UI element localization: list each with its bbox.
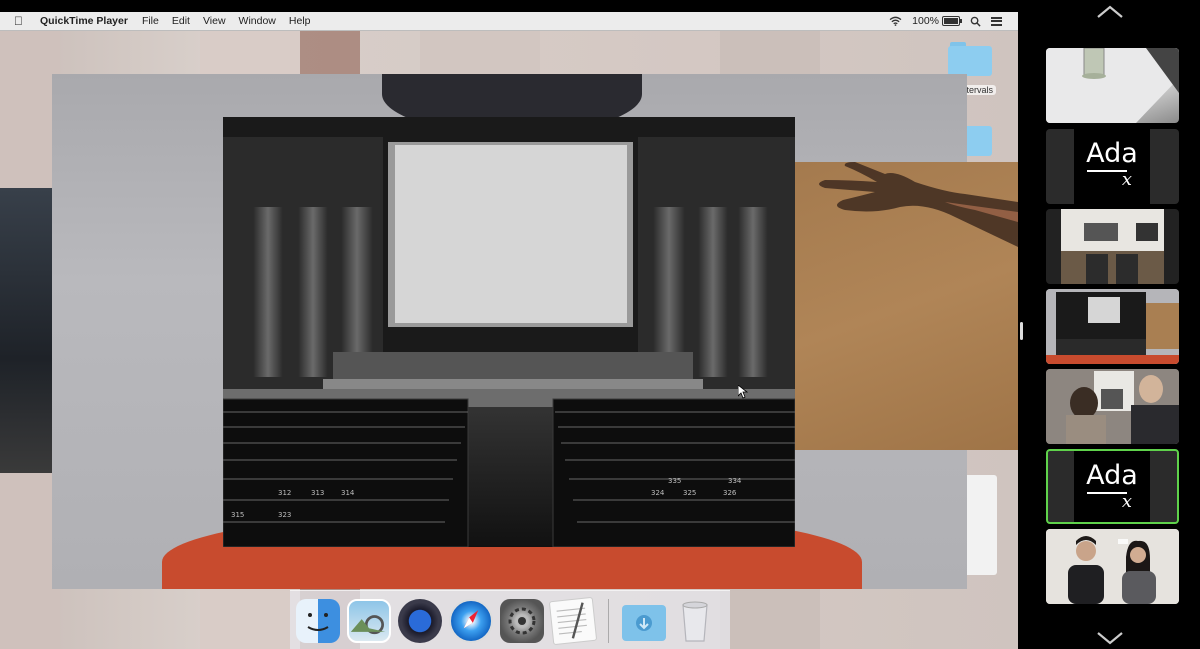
seat-label: 314 [341,489,355,497]
ada-x-logo: Ada x [1074,451,1150,522]
seat-label: 325 [683,489,696,497]
ada-logo-x: x [1121,491,1133,512]
safari-icon[interactable] [449,598,493,643]
trash-icon[interactable] [673,599,717,643]
downloads-folder-icon[interactable] [622,604,666,641]
screen-share:  QuickTime Player File Edit View Window… [0,12,1018,649]
seat-label: 323 [278,511,291,519]
menu-file[interactable]: File [142,15,159,27]
background-window [967,475,997,575]
mouse-cursor-icon [738,385,748,399]
seat-label: 324 [651,489,665,497]
menu-window[interactable]: Window [239,15,276,27]
seat-label: 334 [728,477,742,485]
ada-x-logo: Ada x [1074,129,1150,204]
seat-label: 326 [723,489,737,497]
participant-video-tile[interactable] [1046,529,1179,604]
menu-help[interactable]: Help [289,15,311,27]
participant-video-tile[interactable] [1046,48,1179,123]
ada-logo-word: Ada [1086,138,1138,169]
ada-logo-word: Ada [1086,460,1138,491]
seat-label: 313 [311,489,324,497]
mac-dock [290,590,730,649]
folder-icon[interactable] [948,42,992,76]
app-menu[interactable]: QuickTime Player [40,15,128,27]
spotlight-search-icon[interactable] [970,16,981,27]
battery-percent: 100% [912,15,939,27]
participant-sidebar: Ada x Ada x [1018,0,1200,649]
quicktime-icon[interactable] [398,598,442,643]
menu-edit[interactable]: Edit [172,15,190,27]
participant-logo-tile-active-speaker[interactable]: Ada x [1046,449,1179,524]
system-preferences-icon[interactable] [500,598,544,643]
textedit-icon[interactable] [548,596,598,645]
mac-menu-bar:  QuickTime Player File Edit View Window… [0,12,1018,31]
participant-logo-tile[interactable]: Ada x [1046,129,1179,204]
preview-icon[interactable] [347,598,391,643]
chevron-up-icon[interactable] [1096,4,1124,20]
battery-indicator[interactable]: 100% [912,15,962,27]
apple-icon[interactable]:  [14,12,28,30]
participant-video-tile[interactable] [1046,289,1179,364]
menu-view[interactable]: View [203,15,226,27]
battery-icon [942,16,962,26]
participant-video-tile[interactable] [1046,209,1179,284]
seat-label: 315 [231,511,244,519]
hand-image [819,162,1018,247]
seat-label: 335 [668,477,681,485]
dock-separator [608,598,609,643]
notification-center-icon[interactable] [991,16,1002,26]
background-window [0,188,52,473]
participant-video-tile[interactable] [1046,369,1179,444]
ada-logo-x: x [1121,169,1133,190]
hand-video-panel [795,162,1018,450]
cinema-photo: 312 313 314 323 315 326 325 324 335 334 [223,117,795,547]
wifi-icon[interactable] [889,16,902,26]
split-view-handle[interactable] [1020,322,1023,340]
seat-label: 312 [278,489,291,497]
finder-icon[interactable] [296,598,340,643]
chevron-down-icon[interactable] [1096,630,1124,646]
